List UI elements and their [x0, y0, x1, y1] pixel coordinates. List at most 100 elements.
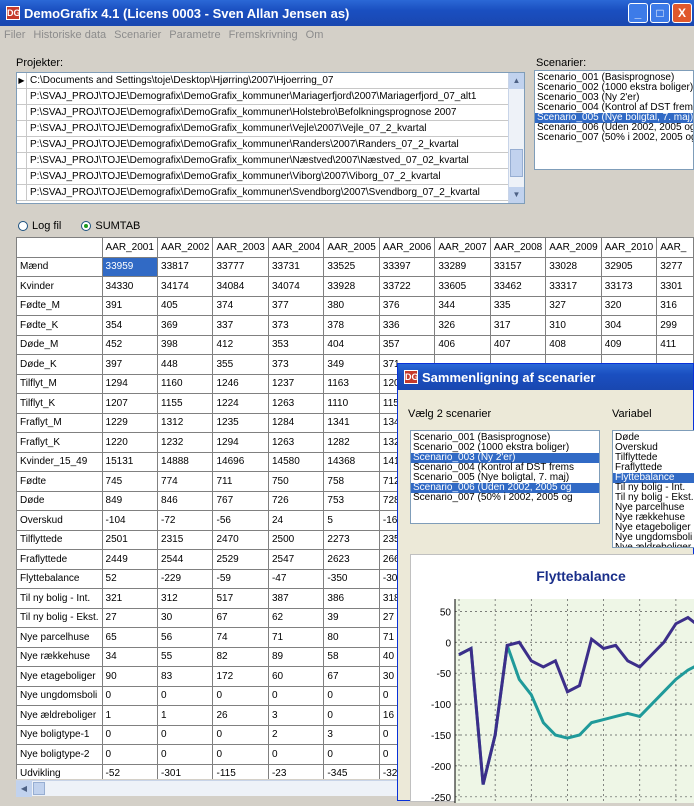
table-cell[interactable]: 2544 — [157, 549, 214, 570]
table-cell[interactable]: 27 — [101, 607, 159, 628]
table-cell[interactable]: 320 — [600, 295, 658, 316]
table-cell[interactable]: 62 — [267, 607, 325, 628]
row-header[interactable]: Nye ungdomsboli — [16, 685, 103, 706]
table-cell[interactable]: 1341 — [323, 412, 380, 433]
project-row[interactable]: P:\SVAJ_PROJ\TOJE\Demografix\DemoGrafix_… — [17, 121, 524, 137]
table-cell[interactable]: -23 — [267, 763, 325, 779]
dialog-variable-item[interactable]: Nye ældreboliger — [613, 543, 694, 548]
table-cell[interactable]: 326 — [434, 315, 491, 336]
table-cell[interactable]: 373 — [267, 315, 325, 336]
row-header[interactable]: Mænd — [16, 256, 103, 277]
projects-list[interactable]: ▶ C:\Documents and Settings\toje\Desktop\… — [16, 72, 525, 204]
row-header[interactable]: Nye boligtype-2 — [16, 744, 103, 765]
table-cell[interactable]: 387 — [267, 588, 325, 609]
table-cell[interactable]: 1235 — [212, 412, 269, 433]
table-cell[interactable]: 14888 — [157, 451, 214, 472]
project-row[interactable]: P:\SVAJ_PROJ\TOJE\Demografix\DemoGrafix_… — [17, 105, 524, 121]
table-cell[interactable]: 380 — [323, 295, 380, 316]
table-cell[interactable]: 52 — [101, 568, 159, 589]
table-cell[interactable]: 2547 — [267, 549, 325, 570]
row-header[interactable]: Nye boligtype-1 — [16, 724, 103, 745]
table-cell[interactable]: -301 — [157, 763, 214, 779]
table-cell[interactable]: 397 — [101, 354, 159, 375]
table-cell[interactable]: -345 — [323, 763, 380, 779]
table-cell[interactable]: -72 — [157, 510, 214, 531]
column-header[interactable]: AAR_2010 — [600, 237, 658, 258]
table-cell[interactable]: 378 — [323, 315, 380, 336]
column-header[interactable]: AAR_2008 — [489, 237, 547, 258]
table-cell[interactable]: -229 — [157, 568, 214, 589]
table-cell[interactable]: 849 — [101, 490, 159, 511]
table-cell[interactable]: 65 — [101, 627, 159, 648]
table-cell[interactable]: 312 — [157, 588, 214, 609]
column-header[interactable]: AAR_2006 — [378, 237, 436, 258]
table-cell[interactable]: -59 — [212, 568, 269, 589]
dialog-scenarios-list[interactable]: Scenario_001 (Basisprognose) Scenario_002… — [410, 430, 600, 524]
scenarios-list[interactable]: Scenario_001 (Basisprognose) Scenario_002… — [534, 70, 694, 170]
table-cell[interactable]: 373 — [267, 354, 325, 375]
table-cell[interactable]: 448 — [157, 354, 214, 375]
table-cell[interactable]: 26 — [212, 705, 269, 726]
table-cell[interactable]: 33462 — [489, 276, 547, 297]
table-cell[interactable]: 2623 — [323, 549, 380, 570]
table-cell[interactable]: 353 — [267, 334, 325, 355]
table-cell[interactable]: 1246 — [212, 373, 269, 394]
project-row[interactable]: P:\SVAJ_PROJ\TOJE\Demografix\DemoGrafix_… — [17, 185, 524, 201]
table-cell[interactable]: 0 — [212, 744, 269, 765]
table-cell[interactable]: 344 — [434, 295, 491, 316]
table-cell[interactable]: 1 — [101, 705, 159, 726]
table-cell[interactable]: 34174 — [157, 276, 214, 297]
table-cell[interactable]: 1263 — [267, 432, 325, 453]
scroll-thumb[interactable] — [510, 149, 523, 177]
column-header[interactable]: AAR_2009 — [545, 237, 602, 258]
scenario-item[interactable]: Scenario_007 (50% i 2002, 2005 og — [535, 133, 693, 143]
table-cell[interactable]: 33959 — [101, 256, 159, 277]
table-cell[interactable]: 412 — [212, 334, 269, 355]
project-row[interactable]: P:\SVAJ_PROJ\TOJE\Demografix\DemoGrafix_… — [17, 137, 524, 153]
table-cell[interactable]: 310 — [545, 315, 602, 336]
table-cell[interactable]: 2449 — [101, 549, 159, 570]
table-cell[interactable]: 33731 — [267, 256, 325, 277]
table-cell[interactable]: 321 — [101, 588, 159, 609]
column-header[interactable]: AAR_2004 — [267, 237, 325, 258]
table-cell[interactable]: 377 — [267, 295, 325, 316]
minimize-button[interactable]: _ — [628, 3, 648, 23]
table-cell[interactable]: 1312 — [157, 412, 214, 433]
table-cell[interactable]: 15131 — [101, 451, 159, 472]
row-header[interactable]: Nye etageboliger — [16, 666, 103, 687]
table-cell[interactable]: 349 — [323, 354, 380, 375]
table-cell[interactable]: 33777 — [212, 256, 269, 277]
table-cell[interactable]: 2501 — [101, 529, 159, 550]
table-cell[interactable]: 767 — [212, 490, 269, 511]
row-header[interactable]: Døde — [16, 490, 103, 511]
table-cell[interactable]: 34330 — [101, 276, 159, 297]
table-cell[interactable]: 3 — [323, 724, 380, 745]
table-cell[interactable]: 355 — [212, 354, 269, 375]
table-cell[interactable]: 1229 — [101, 412, 159, 433]
column-header[interactable]: AAR_2002 — [157, 237, 214, 258]
table-cell[interactable]: 5 — [323, 510, 380, 531]
table-cell[interactable]: 1294 — [101, 373, 159, 394]
table-cell[interactable]: 750 — [267, 471, 325, 492]
table-cell[interactable]: 0 — [157, 724, 214, 745]
column-header[interactable]: AAR_ — [656, 237, 694, 258]
table-cell[interactable]: 369 — [157, 315, 214, 336]
table-cell[interactable]: 30 — [157, 607, 214, 628]
table-cell[interactable]: 406 — [434, 334, 491, 355]
row-header[interactable]: Døde_K — [16, 354, 103, 375]
table-cell[interactable]: 1224 — [212, 393, 269, 414]
table-cell[interactable]: 33928 — [323, 276, 380, 297]
table-cell[interactable]: 3277 — [656, 256, 694, 277]
table-cell[interactable]: 0 — [212, 685, 269, 706]
table-cell[interactable]: 2500 — [267, 529, 325, 550]
table-cell[interactable]: 408 — [545, 334, 602, 355]
table-cell[interactable]: 398 — [157, 334, 214, 355]
row-header[interactable]: Fraflyt_K — [16, 432, 103, 453]
table-cell[interactable]: 0 — [101, 724, 159, 745]
table-cell[interactable]: 327 — [545, 295, 602, 316]
table-cell[interactable]: 24 — [267, 510, 325, 531]
table-cell[interactable]: 74 — [212, 627, 269, 648]
table-cell[interactable]: 316 — [656, 295, 694, 316]
table-cell[interactable]: 33157 — [489, 256, 547, 277]
table-cell[interactable]: 33605 — [434, 276, 491, 297]
